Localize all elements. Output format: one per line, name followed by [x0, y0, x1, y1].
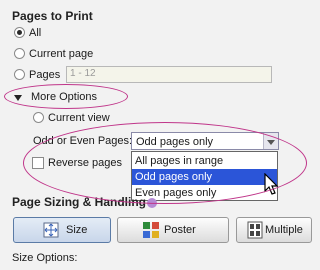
radio-all[interactable] [14, 27, 25, 38]
odd-even-label: Odd or Even Pages: [33, 135, 133, 147]
pages-range-input[interactable]: 1 - 12 [66, 66, 272, 83]
expand-triangle-icon[interactable] [14, 95, 22, 101]
size-options-label: Size Options: [12, 252, 78, 264]
size-fit-icon [43, 222, 59, 238]
poster-button-label: Poster [164, 224, 196, 236]
reverse-pages-label: Reverse pages [48, 157, 122, 169]
pages-range-placeholder: 1 - 12 [70, 68, 96, 79]
poster-icon [143, 222, 159, 238]
odd-even-select-value: Odd pages only [136, 136, 214, 148]
chevron-down-icon[interactable] [263, 133, 278, 149]
multiple-button-label: Multiple [265, 224, 303, 236]
reverse-pages-checkbox[interactable] [32, 157, 44, 169]
radio-pages[interactable] [14, 69, 25, 80]
dropdown-option-all-pages[interactable]: All pages in range [132, 153, 277, 169]
more-options-toggle[interactable]: More Options [31, 91, 97, 103]
radio-current-page[interactable] [14, 48, 25, 59]
radio-current-page-label: Current page [29, 48, 94, 60]
multiple-pages-icon [247, 221, 263, 239]
size-button-label: Size [66, 224, 88, 236]
size-button[interactable]: Size [13, 217, 111, 243]
multiple-button[interactable]: Multiple [236, 217, 312, 243]
pages-to-print-heading: Pages to Print [12, 9, 93, 23]
radio-pages-label: Pages [29, 69, 61, 81]
page-sizing-heading: Page Sizing & Handling [12, 195, 147, 209]
radio-current-view[interactable] [33, 112, 44, 123]
radio-current-view-label: Current view [48, 112, 110, 124]
radio-all-label: All [29, 27, 42, 39]
mouse-pointer-icon [264, 173, 279, 195]
odd-even-dropdown-list: All pages in range Odd pages only Even p… [131, 151, 278, 201]
help-icon[interactable] [147, 198, 157, 208]
poster-button[interactable]: Poster [117, 217, 229, 243]
dropdown-option-odd-pages[interactable]: Odd pages only [132, 169, 277, 185]
odd-even-select[interactable]: Odd pages only [131, 132, 279, 150]
